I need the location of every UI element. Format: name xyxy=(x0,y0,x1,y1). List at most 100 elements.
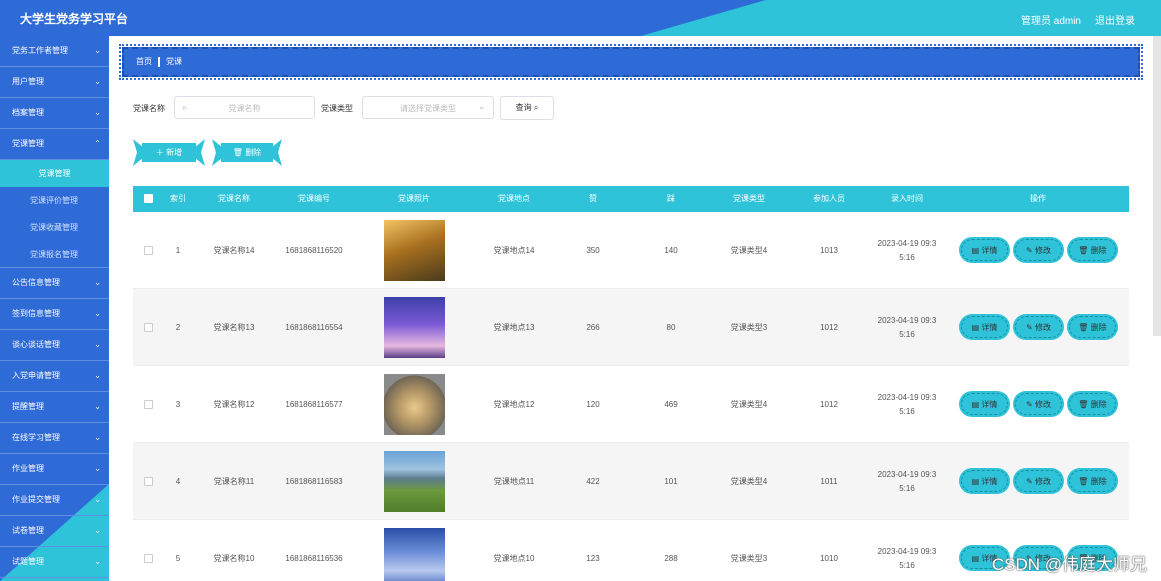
delete-button[interactable]: 🗑 删除 xyxy=(1069,393,1116,415)
sidebar-item-checkin[interactable]: 签到信息管理 ⌄ xyxy=(0,299,109,330)
sidebar-item-label: 档案管理 xyxy=(12,108,44,117)
header-accent xyxy=(641,0,1161,36)
cell-like: 422 xyxy=(586,477,600,486)
row-checkbox-cell xyxy=(141,366,156,443)
app-title: 大学生党务学习平台 xyxy=(20,12,129,26)
logout-link[interactable]: 退出登录 xyxy=(1095,12,1135,27)
cell-place: 党课地点12 xyxy=(493,400,535,409)
course-photo[interactable] xyxy=(383,297,445,358)
sidebar-item-online[interactable]: 在线学习管理 ⌄ xyxy=(0,423,109,454)
breadcrumb-home[interactable]: 首页 xyxy=(136,57,152,66)
sidebar-subitem-course[interactable]: 党课管理 xyxy=(0,160,109,187)
sidebar-subitem-signup[interactable]: 党课报名管理 xyxy=(0,241,109,268)
select-all-checkbox[interactable] xyxy=(144,194,153,203)
cell-people: 1013 xyxy=(820,246,838,255)
sidebar-item-submit[interactable]: 作业提交管理 ⌄ xyxy=(0,485,109,516)
trash-icon: 🗑 xyxy=(1078,477,1091,486)
cell-time: 2023-04-19 09:3 5:16 xyxy=(871,520,943,581)
time-line-1: 2023-04-19 09:3 xyxy=(877,238,937,248)
sidebar-item-paper[interactable]: 试卷管理 ⌄ xyxy=(0,516,109,547)
add-button[interactable]: ＋ 新增 xyxy=(142,143,196,162)
edit-button[interactable]: ✎ 修改 xyxy=(1015,470,1062,492)
sidebar-item-notice[interactable]: 公告信息管理 ⌄ xyxy=(0,268,109,299)
sidebar-item-course[interactable]: 党课管理 ⌃ xyxy=(0,129,109,160)
edit-button-label: 修改 xyxy=(1034,323,1051,332)
chevron-down-icon: ⌄ xyxy=(94,402,101,411)
row-checkbox[interactable] xyxy=(144,246,153,255)
delete-button[interactable]: 🗑 删除 xyxy=(1069,470,1116,492)
detail-button[interactable]: ▤ 详情 xyxy=(961,239,1008,261)
course-photo[interactable] xyxy=(383,374,445,435)
time-line-1: 2023-04-19 09:3 xyxy=(877,469,937,479)
course-photo[interactable] xyxy=(383,451,445,512)
search-name-input[interactable]: ⌕ 党课名称 xyxy=(174,96,315,119)
doc-icon: ▤ xyxy=(971,477,982,486)
column-header: 党课编号 xyxy=(298,194,330,203)
sidebar-subitem-evaluation[interactable]: 党课评价管理 xyxy=(0,187,109,214)
sidebar-subitem-favorite[interactable]: 党课收藏管理 xyxy=(0,214,109,241)
cell-time: 2023-04-19 09:3 5:16 xyxy=(871,289,943,366)
column-header: 党课照片 xyxy=(398,194,430,203)
sidebar-item-worker[interactable]: 党务工作者管理 ⌄ xyxy=(0,36,109,67)
delete-button-label: 删除 xyxy=(1090,400,1107,409)
cell-code: 1681868116536 xyxy=(285,554,343,563)
query-label: 查询 xyxy=(515,103,532,112)
cell-like: 123 xyxy=(586,554,600,563)
sidebar-item-archive[interactable]: 档案管理 ⌄ xyxy=(0,98,109,129)
detail-button[interactable]: ▤ 详情 xyxy=(961,316,1008,338)
scrollbar[interactable] xyxy=(1153,36,1161,336)
breadcrumb-separator xyxy=(158,56,160,67)
edit-button[interactable]: ✎ 修改 xyxy=(1015,393,1062,415)
chevron-down-icon: ⌄ xyxy=(94,108,101,117)
cell-type: 党课类型4 xyxy=(730,400,768,409)
row-checkbox[interactable] xyxy=(144,477,153,486)
detail-button[interactable]: ▤ 详情 xyxy=(961,470,1008,492)
detail-button[interactable]: ▤ 详情 xyxy=(961,393,1008,415)
column-header: 党课类型 xyxy=(733,194,765,203)
search-type-select[interactable]: 请选择党课类型 ⌄ xyxy=(362,96,494,119)
trash-icon: 🗑 xyxy=(1078,323,1091,332)
pencil-icon: ✎ xyxy=(1026,246,1035,255)
breadcrumb-current: 党课 xyxy=(166,57,182,66)
batch-delete-button[interactable]: 🗑 删除 xyxy=(221,143,273,162)
chevron-down-icon: ⌄ xyxy=(94,433,101,442)
sidebar-item-label: 党务工作者管理 xyxy=(12,46,68,55)
pencil-icon: ✎ xyxy=(1026,477,1035,486)
course-photo[interactable] xyxy=(383,528,445,581)
time-text: 2023-04-19 09:3 5:16 xyxy=(878,314,937,342)
sidebar-item-homework[interactable]: 作业管理 ⌄ xyxy=(0,454,109,485)
trash-icon: 🗑 xyxy=(1078,246,1091,255)
cell-photo xyxy=(383,289,445,366)
edit-button[interactable]: ✎ 修改 xyxy=(1015,239,1062,261)
chevron-down-icon: ⌄ xyxy=(478,102,485,111)
edit-button-label: 修改 xyxy=(1034,477,1051,486)
sidebar-item-label: 作业管理 xyxy=(12,464,44,473)
query-button[interactable]: 查询 ⌕ xyxy=(500,96,554,120)
row-checkbox[interactable] xyxy=(144,400,153,409)
cell-like: 120 xyxy=(586,400,600,409)
sidebar-item-user[interactable]: 用户管理 ⌄ xyxy=(0,67,109,98)
row-checkbox[interactable] xyxy=(144,323,153,332)
delete-label: 删除 xyxy=(245,148,262,157)
sidebar-item-question[interactable]: 试题管理 ⌄ xyxy=(0,547,109,578)
row-checkbox[interactable] xyxy=(144,554,153,563)
delete-button[interactable]: 🗑 删除 xyxy=(1069,316,1116,338)
edit-button[interactable]: ✎ 修改 xyxy=(1015,316,1062,338)
time-line-2: 5:16 xyxy=(899,483,915,493)
sidebar-item-reminder[interactable]: 提醒管理 ⌄ xyxy=(0,392,109,423)
chevron-down-icon: ⌄ xyxy=(94,495,101,504)
chevron-down-icon: ⌄ xyxy=(94,46,101,55)
search-type-placeholder: 请选择党课类型 xyxy=(400,104,456,113)
course-photo[interactable] xyxy=(383,220,445,281)
delete-button[interactable]: 🗑 删除 xyxy=(1069,239,1116,261)
chevron-down-icon: ⌄ xyxy=(94,309,101,318)
sidebar-item-talk[interactable]: 谈心谈话管理 ⌄ xyxy=(0,330,109,361)
cell-name: 党课名称14 xyxy=(213,246,255,255)
cell-photo xyxy=(383,520,445,581)
sidebar-item-application[interactable]: 入党申请管理 ⌄ xyxy=(0,361,109,392)
cell-people: 1012 xyxy=(820,400,838,409)
time-text: 2023-04-19 09:3 5:16 xyxy=(878,237,937,265)
cell-time: 2023-04-19 09:3 5:16 xyxy=(871,443,943,520)
cell-code: 1681868116520 xyxy=(285,246,343,255)
column-header: 录入时间 xyxy=(891,194,923,203)
